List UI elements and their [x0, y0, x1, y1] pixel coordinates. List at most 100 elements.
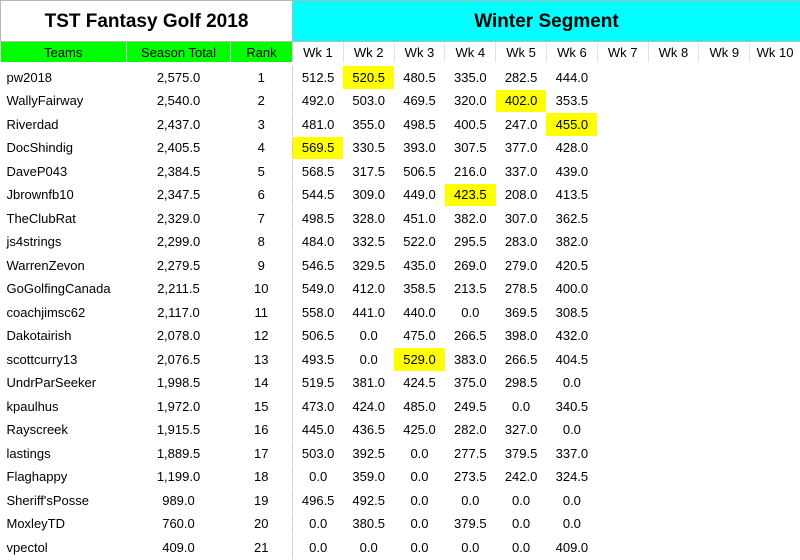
week-1-score-cell[interactable]: 569.5: [293, 136, 344, 160]
header-week-4[interactable]: Wk 4: [445, 42, 496, 63]
week-9-score-cell[interactable]: [699, 113, 750, 137]
week-8-score-cell[interactable]: [648, 89, 699, 113]
week-7-score-cell[interactable]: [597, 348, 648, 372]
week-1-score-cell[interactable]: 492.0: [293, 89, 344, 113]
week-10-score-cell[interactable]: [750, 371, 800, 395]
week-3-score-cell[interactable]: 506.5: [394, 160, 445, 184]
week-7-score-cell[interactable]: [597, 113, 648, 137]
week-4-score-cell[interactable]: 277.5: [445, 442, 496, 466]
week-5-score-cell[interactable]: 379.5: [496, 442, 547, 466]
team-name-cell[interactable]: scottcurry13: [1, 348, 127, 372]
week-4-score-cell[interactable]: 383.0: [445, 348, 496, 372]
season-total-cell[interactable]: 2,405.5: [127, 136, 231, 160]
week-10-score-cell[interactable]: [750, 277, 800, 301]
team-name-cell[interactable]: UndrParSeeker: [1, 371, 127, 395]
week-2-score-cell[interactable]: 412.0: [343, 277, 394, 301]
week-7-score-cell[interactable]: [597, 395, 648, 419]
week-5-score-cell[interactable]: 278.5: [496, 277, 547, 301]
week-1-score-cell[interactable]: 493.5: [293, 348, 344, 372]
week-8-score-cell[interactable]: [648, 230, 699, 254]
week-9-score-cell[interactable]: [699, 324, 750, 348]
season-total-cell[interactable]: 2,078.0: [127, 324, 231, 348]
week-5-score-cell[interactable]: 0.0: [496, 489, 547, 513]
week-2-score-cell[interactable]: 424.0: [343, 395, 394, 419]
week-5-score-cell[interactable]: 208.0: [496, 183, 547, 207]
week-3-score-cell[interactable]: 0.0: [394, 442, 445, 466]
week-7-score-cell[interactable]: [597, 418, 648, 442]
season-total-cell[interactable]: 1,889.5: [127, 442, 231, 466]
week-1-score-cell[interactable]: 484.0: [293, 230, 344, 254]
week-10-score-cell[interactable]: [750, 348, 800, 372]
week-9-score-cell[interactable]: [699, 371, 750, 395]
rank-cell[interactable]: 16: [231, 418, 293, 442]
team-name-cell[interactable]: lastings: [1, 442, 127, 466]
week-8-score-cell[interactable]: [648, 254, 699, 278]
season-total-cell[interactable]: 2,540.0: [127, 89, 231, 113]
team-name-cell[interactable]: coachjimsc62: [1, 301, 127, 325]
week-7-score-cell[interactable]: [597, 254, 648, 278]
header-week-1[interactable]: Wk 1: [293, 42, 344, 63]
week-9-score-cell[interactable]: [699, 183, 750, 207]
week-3-score-cell[interactable]: 498.5: [394, 113, 445, 137]
rank-cell[interactable]: 6: [231, 183, 293, 207]
week-1-score-cell[interactable]: 512.5: [293, 66, 344, 89]
week-8-score-cell[interactable]: [648, 277, 699, 301]
week-10-score-cell[interactable]: [750, 207, 800, 231]
week-9-score-cell[interactable]: [699, 301, 750, 325]
week-4-score-cell[interactable]: 269.0: [445, 254, 496, 278]
week-10-score-cell[interactable]: [750, 442, 800, 466]
week-8-score-cell[interactable]: [648, 536, 699, 560]
week-8-score-cell[interactable]: [648, 465, 699, 489]
week-6-score-cell[interactable]: 439.0: [546, 160, 597, 184]
week-3-score-cell[interactable]: 480.5: [394, 66, 445, 89]
week-10-score-cell[interactable]: [750, 301, 800, 325]
week-2-score-cell[interactable]: 359.0: [343, 465, 394, 489]
team-name-cell[interactable]: Riverdad: [1, 113, 127, 137]
week-8-score-cell[interactable]: [648, 113, 699, 137]
week-1-score-cell[interactable]: 0.0: [293, 465, 344, 489]
team-name-cell[interactable]: kpaulhus: [1, 395, 127, 419]
week-1-score-cell[interactable]: 496.5: [293, 489, 344, 513]
header-week-10[interactable]: Wk 10: [750, 42, 800, 63]
team-name-cell[interactable]: MoxleyTD: [1, 512, 127, 536]
week-10-score-cell[interactable]: [750, 113, 800, 137]
rank-cell[interactable]: 15: [231, 395, 293, 419]
week-4-score-cell[interactable]: 0.0: [445, 489, 496, 513]
team-name-cell[interactable]: DocShindig: [1, 136, 127, 160]
week-4-score-cell[interactable]: 375.0: [445, 371, 496, 395]
week-9-score-cell[interactable]: [699, 489, 750, 513]
week-8-score-cell[interactable]: [648, 395, 699, 419]
week-6-score-cell[interactable]: 428.0: [546, 136, 597, 160]
week-6-score-cell[interactable]: 0.0: [546, 418, 597, 442]
week-4-score-cell[interactable]: 379.5: [445, 512, 496, 536]
week-2-score-cell[interactable]: 520.5: [343, 66, 394, 89]
week-8-score-cell[interactable]: [648, 207, 699, 231]
week-9-score-cell[interactable]: [699, 536, 750, 560]
week-9-score-cell[interactable]: [699, 89, 750, 113]
week-1-score-cell[interactable]: 568.5: [293, 160, 344, 184]
week-2-score-cell[interactable]: 0.0: [343, 348, 394, 372]
week-2-score-cell[interactable]: 309.0: [343, 183, 394, 207]
week-7-score-cell[interactable]: [597, 66, 648, 89]
season-total-cell[interactable]: 2,329.0: [127, 207, 231, 231]
week-10-score-cell[interactable]: [750, 324, 800, 348]
week-6-score-cell[interactable]: 0.0: [546, 371, 597, 395]
rank-cell[interactable]: 13: [231, 348, 293, 372]
week-9-score-cell[interactable]: [699, 207, 750, 231]
week-3-score-cell[interactable]: 0.0: [394, 489, 445, 513]
week-6-score-cell[interactable]: 413.5: [546, 183, 597, 207]
week-2-score-cell[interactable]: 503.0: [343, 89, 394, 113]
season-total-cell[interactable]: 1,972.0: [127, 395, 231, 419]
rank-cell[interactable]: 7: [231, 207, 293, 231]
week-8-score-cell[interactable]: [648, 301, 699, 325]
week-2-score-cell[interactable]: 332.5: [343, 230, 394, 254]
week-1-score-cell[interactable]: 0.0: [293, 512, 344, 536]
week-8-score-cell[interactable]: [648, 512, 699, 536]
week-9-score-cell[interactable]: [699, 442, 750, 466]
week-3-score-cell[interactable]: 0.0: [394, 536, 445, 560]
team-name-cell[interactable]: Jbrownfb10: [1, 183, 127, 207]
week-7-score-cell[interactable]: [597, 489, 648, 513]
rank-cell[interactable]: 3: [231, 113, 293, 137]
week-2-score-cell[interactable]: 328.0: [343, 207, 394, 231]
week-4-score-cell[interactable]: 335.0: [445, 66, 496, 89]
